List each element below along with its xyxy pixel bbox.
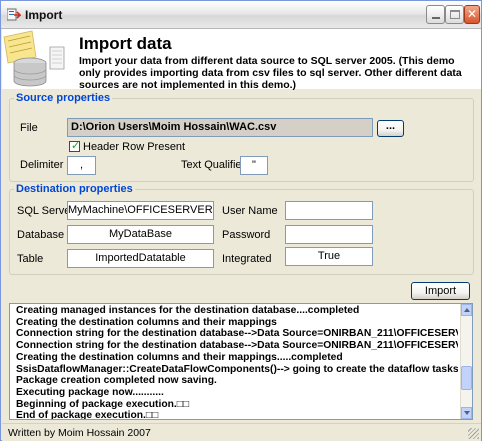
integrated-label: Integrated [222,253,272,265]
destination-properties-legend: Destination properties [14,183,135,195]
integrated-field[interactable]: True [285,247,373,266]
password-label: Password [222,229,271,241]
status-bar: Written by Moim Hossain 2007 [2,423,481,441]
table-field[interactable]: ImportedDatatable [67,249,214,268]
log-line: Creating the destination columns and the… [16,316,277,328]
page-description: Import your data from different data sou… [79,55,462,91]
log-lines: Creating managed instances for the desti… [16,305,458,420]
checkmark-icon: ✓ [71,139,81,152]
header-banner: Import data Import your data from differ… [2,29,481,91]
log-vertical-scrollbar[interactable] [460,304,472,419]
user-name-label: User Name [222,205,278,217]
import-app-icon [7,8,21,21]
delimiter-field[interactable]: , [67,156,96,175]
database-label: Database [17,229,65,241]
minimize-icon [432,17,440,19]
scroll-down-button[interactable] [461,407,472,419]
sql-server-field[interactable]: MyMachine\OFFICESERVERS [67,201,214,220]
table-label: Table [17,253,44,265]
title-bar[interactable]: Import ✕ [1,1,481,29]
resize-grip-icon[interactable] [468,428,479,439]
user-name-field[interactable] [285,201,373,220]
maximize-button[interactable] [445,5,464,24]
log-line: Executing package now........... [16,386,164,398]
scroll-thumb[interactable] [461,366,472,390]
log-line: Connection string for the destination da… [16,340,458,352]
header-row-label: Header Row Present [83,141,186,153]
log-line: Connection string for the destination da… [16,328,458,340]
file-path-field[interactable]: D:\Orion Users\Moim Hossain\WAC.csv [67,118,373,137]
close-icon: ✕ [466,7,478,21]
text-qualifier-label: Text Qualifier [181,159,246,171]
source-properties-legend: Source properties [14,92,113,104]
delimiter-label: Delimiter [20,159,64,171]
password-field[interactable] [285,225,373,244]
log-line: Creating managed instances for the desti… [16,305,360,316]
text-qualifier-field[interactable]: " [240,156,268,175]
import-window: Import ✕ Import data Import your data fr… [0,0,482,441]
scroll-down-arrow-icon [464,411,470,415]
status-text: Written by Moim Hossain 2007 [8,427,151,439]
database-field[interactable]: MyDataBase [67,225,214,244]
file-label: File [20,122,38,134]
window-title: Import [25,8,63,22]
header-row-checkbox[interactable]: ✓ [69,139,81,152]
log-output[interactable]: Creating managed instances for the desti… [9,303,473,420]
sql-server-label: SQL Server [17,205,75,217]
log-line: Beginning of package execution.□□ [16,398,190,410]
close-button[interactable]: ✕ [464,5,480,24]
database-graphic-icon [2,29,68,89]
maximize-icon [450,10,460,19]
scroll-up-arrow-icon [464,308,470,312]
log-line: Creating the destination columns and the… [16,351,343,363]
scroll-up-button[interactable] [461,304,472,316]
minimize-button[interactable] [426,5,445,24]
import-button[interactable]: Import [411,282,470,300]
log-line: Package creation completed now saving. [16,375,217,387]
page-title: Import data [79,34,172,53]
log-line: SsisDataflowManager::CreateDataFlowCompo… [16,363,458,375]
browse-file-button[interactable]: ... [377,120,404,137]
log-line: End of package execution.□□ [16,410,159,420]
